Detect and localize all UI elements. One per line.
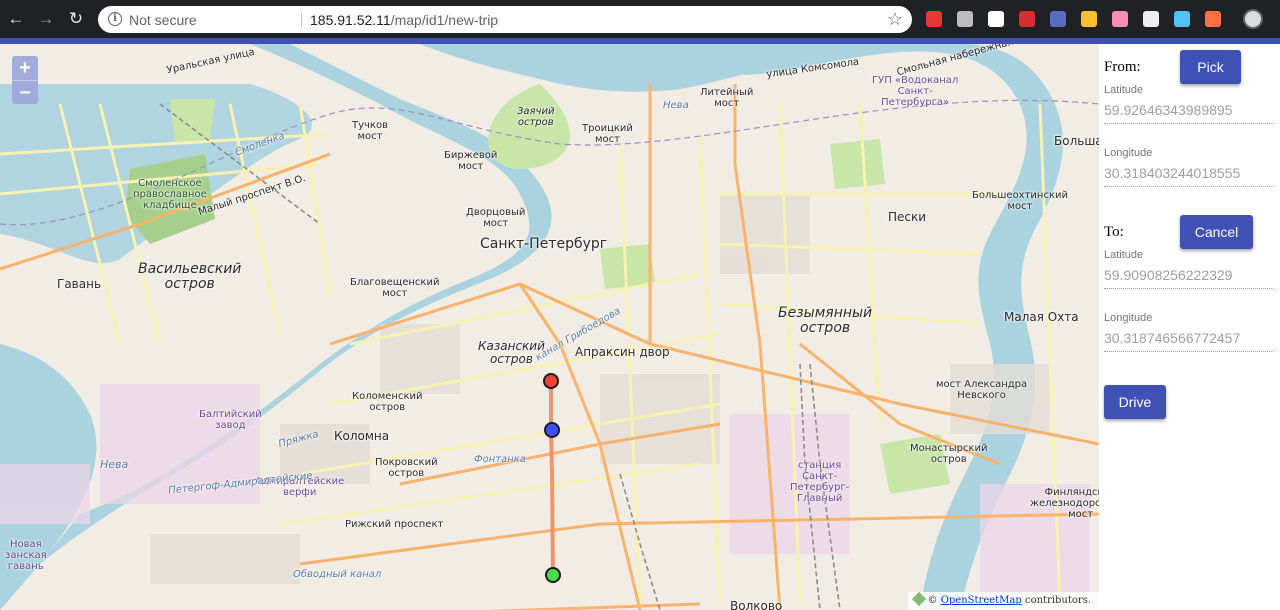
cube-icon[interactable] (1174, 11, 1190, 27)
map-label-gavan: Гавань (57, 277, 102, 291)
to-latitude-label: Latitude (1104, 249, 1144, 261)
map-label-pokrovsky: Покровский остров (375, 457, 438, 479)
map-label-monastyrsky: Монастырский остров (910, 443, 988, 465)
map-label-kolomna: Коломна (334, 429, 390, 443)
url-text[interactable]: 185.91.52.11/map/id1/new-trip (310, 12, 498, 28)
to-latitude-field[interactable]: Latitude 59.90908256222329 (1104, 249, 1274, 289)
back-arrow-icon[interactable]: ← (6, 9, 26, 29)
map-label-bezymyanny: Безымянный остров (778, 305, 873, 337)
zoom-in-button[interactable]: + (12, 56, 38, 80)
map-label-kolomensky: Коломенский остров (352, 391, 423, 413)
trip-panel: From: Pick Latitude 59.92646343989895 Lo… (1099, 44, 1280, 610)
map-label-tuchkov: Тучков мост (352, 120, 388, 142)
map-view[interactable]: Васильевский остров Гавань Санкт-Петербур… (0, 44, 1099, 610)
osm-link[interactable]: OpenStreetMap (941, 595, 1022, 606)
map-label-fontanka: Фонтанка (474, 454, 526, 465)
map-attribution: © OpenStreetMap contributors. (907, 591, 1099, 610)
map-label-spb: Санкт-Петербург (480, 236, 608, 252)
map-label-peski: Пески (888, 210, 927, 224)
to-longitude-field[interactable]: Longitude 30.318746566772457 (1104, 312, 1274, 352)
cancel-button[interactable]: Cancel (1180, 215, 1253, 249)
info-icon[interactable]: i (108, 12, 122, 26)
url-host: 185.91.52.11 (310, 12, 391, 28)
map-label-obvodny: Обводный канал (293, 569, 382, 580)
gradient-icon[interactable] (1112, 11, 1128, 27)
forward-arrow-icon[interactable]: → (36, 9, 56, 29)
hex-icon[interactable] (1050, 11, 1066, 27)
drive-button[interactable]: Drive (1104, 385, 1166, 419)
osm-logo-icon (911, 591, 926, 607)
from-latitude-label: Latitude (1104, 84, 1144, 96)
map-tiles (0, 44, 1099, 610)
map-label-neva-bottom: Нева (100, 458, 129, 471)
from-longitude-label: Longitude (1104, 147, 1153, 159)
map-label-zayachy: Заячий остров (517, 106, 555, 128)
map-label-smolenskoe: Смоленское православное кладбище (133, 178, 207, 211)
url-path: /map/id1/new-trip (390, 12, 499, 28)
map-label-bolsheokhtinsky: Большеохтинский мост (972, 190, 1069, 212)
browser-toolbar: ← → ↻ i Not secure 185.91.52.11/map/id1/… (0, 0, 1280, 38)
map-label-birzhevoy: Биржевой мост (444, 150, 498, 172)
map-label-bolsha: Больша (1054, 134, 1099, 148)
reload-icon[interactable]: ↻ (66, 9, 86, 29)
map-label-liteyny: Литейный мост (700, 87, 754, 109)
to-latitude-input[interactable]: 59.90908256222329 (1104, 267, 1274, 289)
ublock-icon[interactable] (926, 11, 942, 27)
omnibox-divider (301, 12, 302, 28)
to-longitude-input[interactable]: 30.318746566772457 (1104, 330, 1274, 352)
water-areas (0, 44, 1063, 610)
security-label[interactable]: Not secure (129, 12, 197, 28)
zoom-out-button[interactable]: − (12, 80, 38, 104)
route-line (549, 381, 555, 576)
grid-icon[interactable] (1143, 11, 1159, 27)
map-label-stantsiya: станция Санкт- Петербург- Главный (790, 460, 850, 504)
attribution-suffix: contributors. (1024, 595, 1091, 606)
from-latitude-input[interactable]: 59.92646343989895 (1104, 102, 1274, 124)
zoom-control: + − (12, 56, 38, 104)
to-longitude-label: Longitude (1104, 312, 1153, 324)
map-label-volkovo: Волково (730, 599, 783, 610)
map-label-finlyandsky: Финляндскийжелезнодорожныймост (1030, 487, 1099, 520)
bookmark-star-icon[interactable]: ☆ (887, 9, 903, 30)
from-longitude-field[interactable]: Longitude 30.318403244018555 (1104, 147, 1274, 187)
timer-icon[interactable] (1081, 11, 1097, 27)
map-label-malaya-okhta: Малая Охта (1004, 310, 1079, 324)
map-label-vasilyevsky: Васильевский остров (138, 261, 242, 293)
map-label-apraksin: Апраксин двор (575, 345, 670, 359)
map-label-dvortsovy: Дворцовый мост (466, 207, 526, 229)
fire-icon[interactable] (1205, 11, 1221, 27)
map-label-novaya-gavan: Новая занская гавань (5, 539, 47, 572)
pdf-icon[interactable] (1019, 11, 1035, 27)
map-label-ryzhsky: Рижский проспект (345, 519, 444, 530)
map-label-baltiysky: Балтийский завод (199, 409, 262, 431)
map-label-most-aleksandra: мост Александра Невского (936, 379, 1028, 401)
map-label-troitsky: Троицкий мост (582, 123, 633, 145)
attribution-prefix: © (927, 595, 938, 606)
vpn-icon[interactable] (957, 11, 973, 27)
jetbrains-icon[interactable] (988, 11, 1004, 27)
from-label: From: (1104, 59, 1141, 75)
from-longitude-input[interactable]: 30.318403244018555 (1104, 165, 1274, 187)
map-label-vodokanal: ГУП «Водоканал Санкт- Петербурга» (872, 75, 959, 108)
map-label-neva-top: Нева (663, 100, 689, 111)
map-label-blagoveshchensky: Благовещенский мост (350, 277, 440, 299)
pick-button[interactable]: Pick (1180, 50, 1241, 84)
profile-avatar-icon[interactable] (1243, 9, 1263, 29)
to-label: To: (1104, 224, 1124, 240)
address-bar[interactable]: i Not secure 185.91.52.11/map/id1/new-tr… (98, 6, 912, 33)
from-latitude-field[interactable]: Latitude 59.92646343989895 (1104, 84, 1274, 124)
